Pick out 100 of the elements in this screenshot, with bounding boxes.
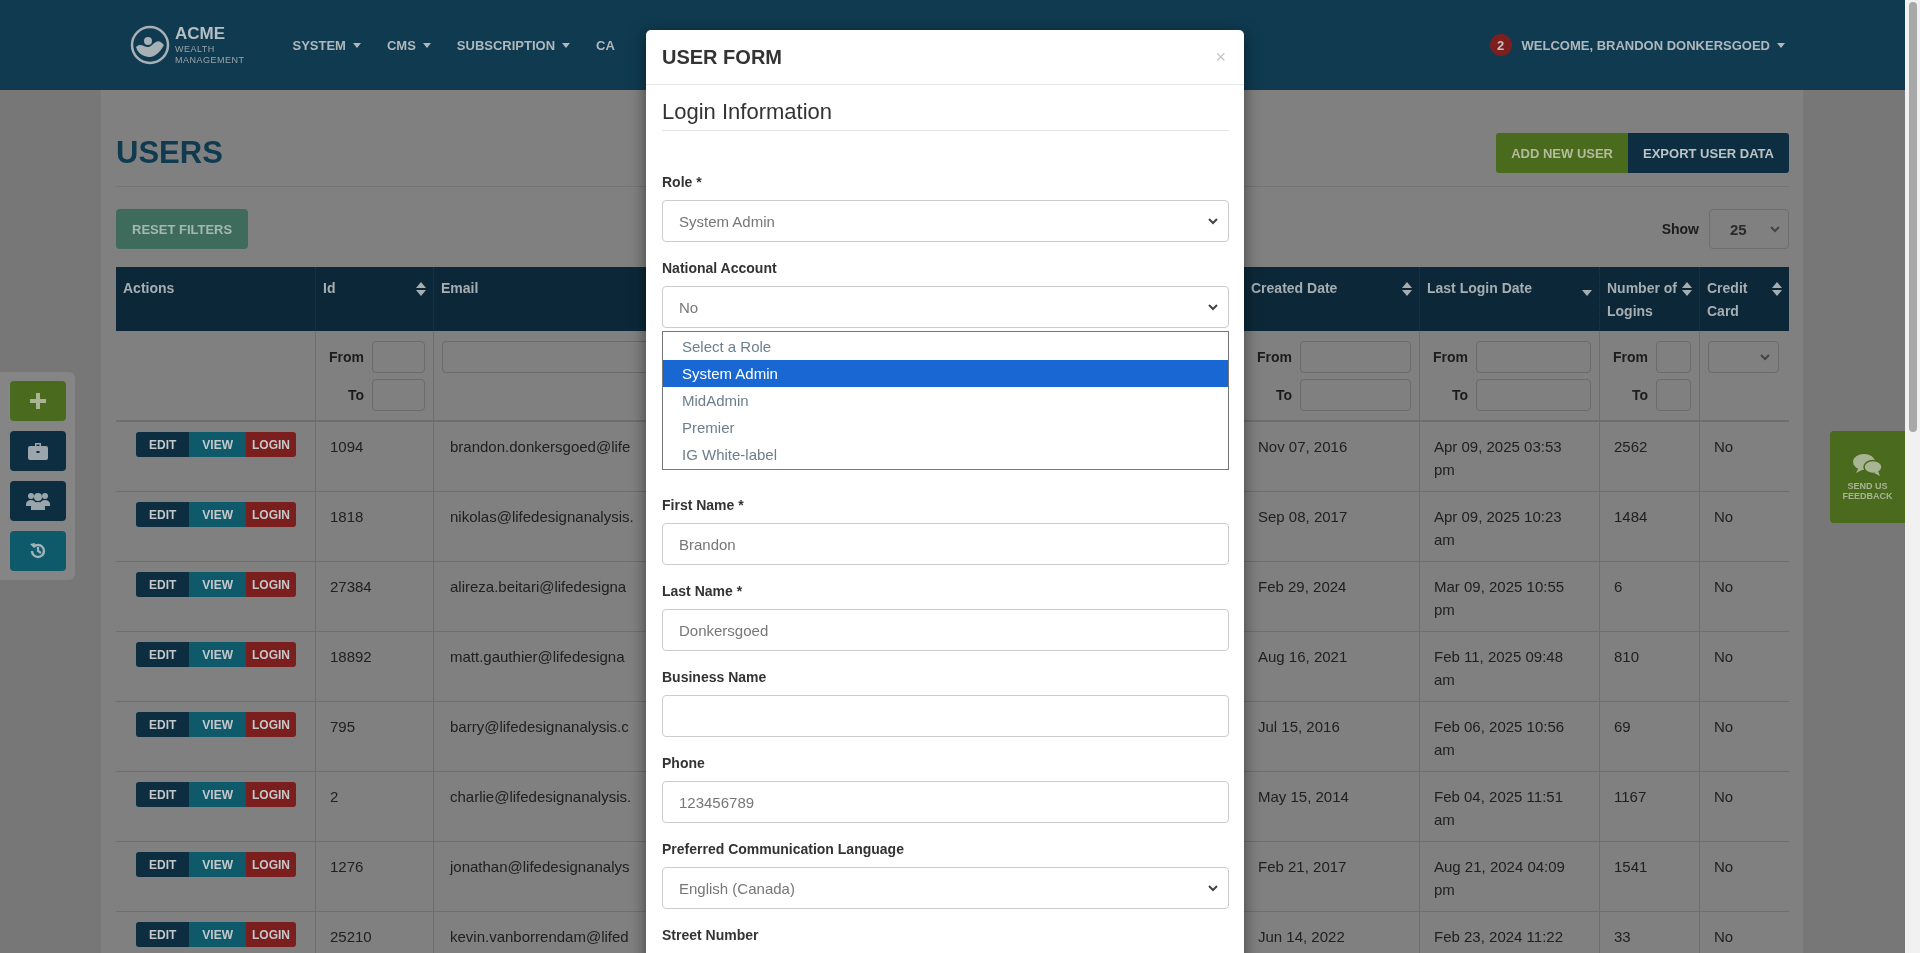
login-button[interactable]: LOGIN — [246, 572, 296, 597]
briefcase-icon — [28, 442, 48, 460]
view-button[interactable]: VIEW — [189, 502, 246, 527]
view-button[interactable]: VIEW — [189, 782, 246, 807]
edit-button[interactable]: EDIT — [136, 572, 190, 597]
nav-menu-item[interactable]: SYSTEM — [292, 37, 361, 53]
table-cell: 1094 — [330, 438, 364, 455]
chevron-icon — [1208, 303, 1218, 311]
dropdown-option[interactable]: IG White-label — [663, 441, 1228, 468]
table-cell: Apr 09, 2025 10:23 am — [1434, 508, 1562, 548]
table-cell: Mar 09, 2025 10:55 pm — [1434, 578, 1565, 618]
select-field[interactable]: English (Canada) — [662, 867, 1229, 909]
edit-button[interactable]: EDIT — [136, 712, 190, 737]
history-button[interactable] — [10, 531, 66, 571]
login-button[interactable]: LOGIN — [246, 922, 296, 947]
login-button[interactable]: LOGIN — [246, 852, 296, 877]
scrollbar[interactable] — [1905, 0, 1920, 953]
sort-icon[interactable] — [1682, 282, 1692, 296]
edit-button[interactable]: EDIT — [136, 642, 190, 667]
page-size-select[interactable]: 25 — [1709, 209, 1789, 249]
view-button[interactable]: VIEW — [189, 922, 246, 947]
dropdown-option[interactable]: Premier — [663, 414, 1228, 441]
table-cell: Jun 14, 2022 — [1258, 928, 1345, 945]
table-cell: barry@lifedesignanalysis.c — [450, 718, 629, 735]
logo-tagline: WEALTH MANAGEMENT — [175, 44, 245, 66]
filter-label: From — [1612, 349, 1648, 365]
nav-menu-item[interactable]: CA — [596, 37, 615, 53]
filter-label: To — [346, 387, 364, 403]
field-label: First Name * — [662, 496, 745, 514]
login-button[interactable]: LOGIN — [246, 642, 296, 667]
field-label: Business Name — [662, 668, 768, 686]
table-cell: Jul 15, 2016 — [1258, 718, 1340, 735]
login-button[interactable]: LOGIN — [246, 502, 296, 527]
people-icon — [26, 492, 50, 510]
sort-icon[interactable] — [1772, 282, 1782, 296]
filter-label: From — [328, 349, 364, 365]
edit-button[interactable]: EDIT — [136, 782, 190, 807]
table-cell: No — [1714, 578, 1734, 595]
add-button[interactable] — [10, 381, 66, 421]
table-cell: 1818 — [330, 508, 364, 525]
field-label: Preferred Communication Language — [662, 840, 905, 858]
input-field[interactable] — [662, 695, 1229, 737]
input-field[interactable]: Brandon — [662, 523, 1229, 565]
plus-icon — [30, 393, 46, 409]
table-cell: No — [1714, 438, 1734, 455]
table-cell: 1484 — [1614, 508, 1648, 525]
login-button[interactable]: LOGIN — [246, 432, 296, 457]
table-cell: No — [1714, 928, 1734, 945]
view-button[interactable]: VIEW — [189, 712, 246, 737]
table-cell: 2 — [330, 788, 339, 805]
filter-label: To — [1450, 387, 1468, 403]
edit-button[interactable]: EDIT — [136, 432, 190, 457]
notification-badge[interactable]: 2 — [1489, 34, 1512, 56]
table-cell: Aug 21, 2024 04:09 pm — [1434, 858, 1565, 898]
briefcase-button[interactable] — [10, 431, 66, 471]
input-field[interactable]: 123456789 — [662, 781, 1229, 823]
chevron-icon — [1208, 217, 1218, 225]
nav-menu-item[interactable]: CMS — [386, 37, 431, 53]
sort-icon[interactable] — [416, 282, 426, 296]
filter-label: From — [1432, 349, 1468, 365]
view-button[interactable]: VIEW — [189, 642, 246, 667]
edit-button[interactable]: EDIT — [136, 502, 190, 527]
column-header: Id — [323, 279, 336, 298]
nav-menu-item[interactable]: SUBSCRIPTION — [456, 37, 571, 53]
select-field[interactable]: No — [662, 286, 1229, 328]
column-header: Actions — [123, 279, 175, 298]
table-cell: jonathan@lifedesignanalys — [450, 858, 630, 875]
view-button[interactable]: VIEW — [189, 572, 246, 597]
table-cell: 1541 — [1614, 858, 1648, 875]
people-button[interactable] — [10, 481, 66, 521]
export-button[interactable]: EXPORT USER DATA — [1628, 133, 1789, 173]
view-button[interactable]: VIEW — [189, 852, 246, 877]
table-cell: No — [1714, 788, 1734, 805]
dropdown-option[interactable]: Select a Role — [663, 333, 1228, 360]
edit-button[interactable]: EDIT — [136, 852, 190, 877]
table-cell: Feb 11, 2025 09:48 am — [1434, 648, 1563, 688]
dropdown-option[interactable]: MidAdmin — [663, 387, 1228, 414]
reset-filters-button[interactable]: RESET FILTERS — [116, 209, 249, 249]
table-cell: nikolas@lifedesignanalysis. — [450, 508, 634, 525]
table-cell: Feb 29, 2024 — [1258, 578, 1347, 595]
table-cell: No — [1714, 508, 1734, 525]
login-button[interactable]: LOGIN — [246, 712, 296, 737]
table-cell: Feb 04, 2025 11:51 am — [1434, 788, 1563, 828]
table-cell: No — [1714, 858, 1734, 875]
select-field[interactable]: System Admin — [662, 200, 1229, 242]
filter-label: From — [1256, 349, 1292, 365]
dropdown-option[interactable]: System Admin — [663, 360, 1228, 387]
add-user-button[interactable]: ADD NEW USER — [1496, 133, 1628, 173]
user-menu[interactable]: WELCOME, BRANDON DONKERSGOED — [1521, 37, 1785, 53]
sort-icon[interactable] — [1402, 282, 1412, 296]
filter-select[interactable] — [1708, 341, 1779, 373]
table-cell: Aug 16, 2021 — [1258, 648, 1348, 665]
feedback-button[interactable]: SEND US FEEDBACK — [1830, 431, 1905, 523]
view-button[interactable]: VIEW — [189, 432, 246, 457]
column-header: Last Login Date — [1427, 279, 1532, 298]
field-label: National Account — [662, 259, 778, 277]
input-field[interactable]: Donkersgoed — [662, 609, 1229, 651]
chevron-icon — [1770, 225, 1780, 233]
edit-button[interactable]: EDIT — [136, 922, 190, 947]
login-button[interactable]: LOGIN — [246, 782, 296, 807]
